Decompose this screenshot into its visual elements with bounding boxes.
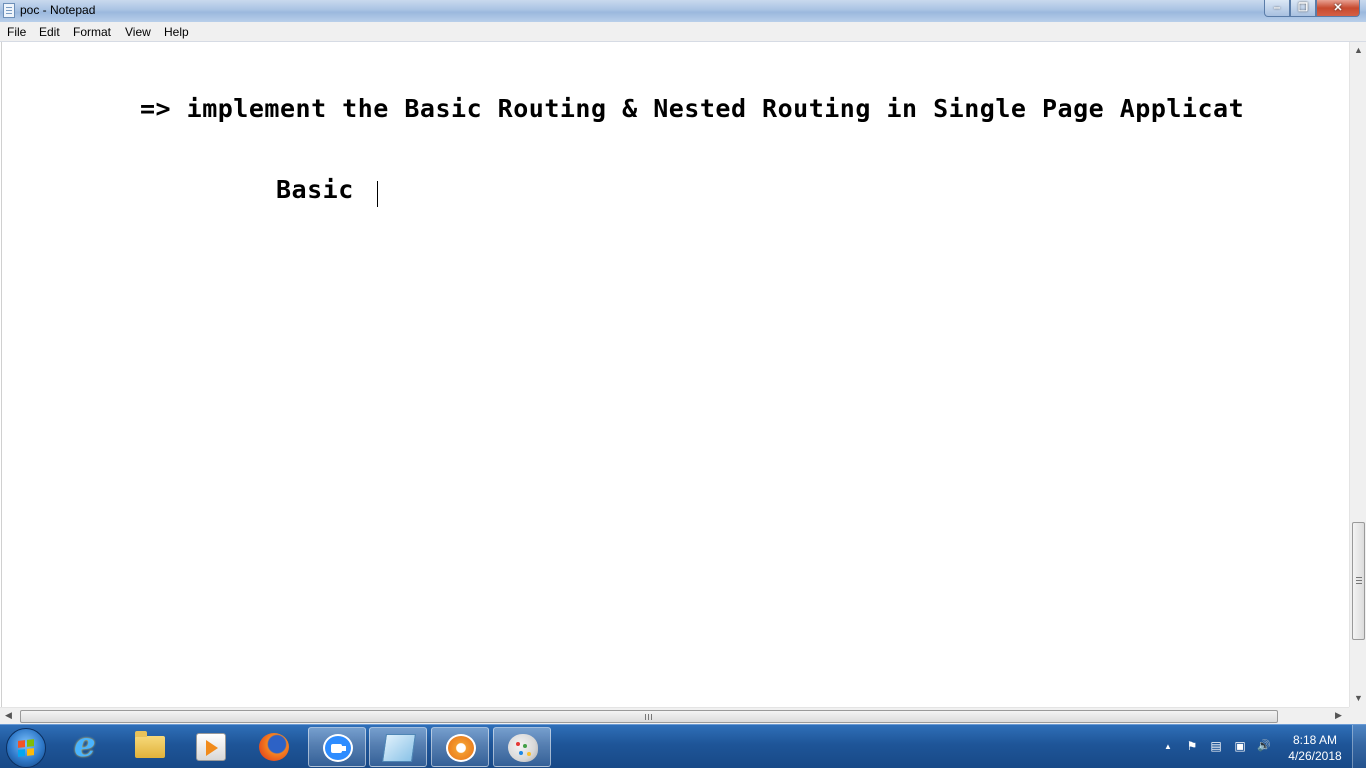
notepad-app-icon[interactable] <box>3 3 15 18</box>
grip-line <box>645 714 646 720</box>
clock-date: 4/26/2018 <box>1288 749 1342 763</box>
system-clock[interactable]: 8:18 AM 4/26/2018 <box>1280 732 1350 764</box>
taskbar-media-player[interactable] <box>182 727 240 767</box>
menu-help[interactable]: Help <box>164 25 189 39</box>
menu-edit[interactable]: Edit <box>39 25 60 39</box>
paint-icon <box>508 734 538 762</box>
start-button[interactable] <box>6 728 46 768</box>
grip-line <box>651 714 652 720</box>
menu-view[interactable]: View <box>125 25 151 39</box>
title-bar[interactable]: poc - Notepad ‒ ❐ ✕ <box>0 0 1366 22</box>
menu-bar: File Edit Format View Help <box>0 22 1366 42</box>
taskbar-paint[interactable] <box>493 727 551 767</box>
horizontal-scrollbar[interactable]: ◀ ▶ <box>0 707 1349 724</box>
windows-explorer-icon <box>135 731 165 758</box>
taskbar-firefox[interactable] <box>245 727 303 767</box>
taskbar-internet-explorer[interactable]: e <box>60 725 118 767</box>
taskbar-flower-app[interactable] <box>431 727 489 767</box>
zoom-icon <box>323 734 353 762</box>
editor-line: => implement the Basic Routing & Nested … <box>140 94 1245 123</box>
taskbar-notepad[interactable] <box>369 727 427 767</box>
taskbar-windows-explorer[interactable] <box>121 727 179 767</box>
minimize-button[interactable]: ‒ <box>1264 0 1290 17</box>
grip-line <box>1356 583 1362 584</box>
scroll-up-icon[interactable]: ▲ <box>1350 45 1366 55</box>
window-title: poc - Notepad <box>20 3 96 17</box>
action-center-flag-icon[interactable]: ⚑ <box>1185 740 1199 753</box>
restore-icon: ❐ <box>1298 2 1308 14</box>
close-button[interactable]: ✕ <box>1316 0 1360 17</box>
window-controls: ‒ ❐ ✕ <box>1264 0 1360 18</box>
minimize-icon: ‒ <box>1273 2 1281 14</box>
menu-file[interactable]: File <box>7 25 26 39</box>
close-icon: ✕ <box>1333 2 1343 14</box>
notepad-icon <box>382 734 416 762</box>
vertical-scroll-thumb[interactable] <box>1352 522 1365 640</box>
text-caret <box>377 181 378 207</box>
volume-icon[interactable]: 🔊 <box>1257 740 1271 753</box>
grip-line <box>648 714 649 720</box>
scroll-down-icon[interactable]: ▼ <box>1350 693 1366 703</box>
clock-time: 8:18 AM <box>1292 733 1338 747</box>
media-player-icon <box>196 733 226 761</box>
menu-format[interactable]: Format <box>73 25 111 39</box>
network-icon[interactable]: ▣ <box>1233 740 1247 753</box>
vertical-scrollbar[interactable]: ▲ ▼ <box>1349 42 1366 707</box>
taskbar: e ▲ ⚑ ▤ ▣ 🔊 8:18 AM 4/26/2018 <box>0 724 1366 769</box>
internet-explorer-icon: e <box>74 725 96 765</box>
scroll-right-icon[interactable]: ▶ <box>1330 710 1347 721</box>
grip-line <box>1356 577 1362 578</box>
grip-line <box>1356 580 1362 581</box>
scroll-left-icon[interactable]: ◀ <box>0 710 17 721</box>
flower-app-icon <box>446 734 476 762</box>
horizontal-scroll-thumb[interactable] <box>20 710 1278 723</box>
editor-line: Basic <box>276 175 370 204</box>
firefox-icon <box>259 733 289 761</box>
maximize-button[interactable]: ❐ <box>1290 0 1316 17</box>
scrollbar-corner <box>1349 707 1366 724</box>
device-icon[interactable]: ▤ <box>1209 740 1223 753</box>
show-hidden-icons-icon[interactable]: ▲ <box>1161 740 1175 753</box>
show-desktop-button[interactable] <box>1352 725 1366 769</box>
taskbar-zoom[interactable] <box>308 727 366 767</box>
text-editor[interactable]: => implement the Basic Routing & Nested … <box>1 42 1350 707</box>
